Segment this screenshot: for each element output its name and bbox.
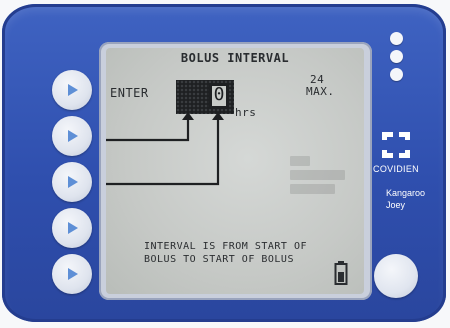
interval-note-line2: BOLUS TO START OF BOLUS xyxy=(144,254,294,265)
softkey-button-2[interactable] xyxy=(52,116,92,156)
play-arrow-icon xyxy=(68,222,78,234)
interval-note-line1: INTERVAL IS FROM START OF xyxy=(144,241,308,252)
softkey-button-3[interactable] xyxy=(52,162,92,202)
play-arrow-icon xyxy=(68,268,78,280)
indicator-light-3 xyxy=(390,68,403,81)
pump-device: BOLUS INTERVAL ENTER 24 MAX. 0 hrs INTER… xyxy=(2,4,446,322)
softkey-button-5[interactable] xyxy=(52,254,92,294)
indicator-light-1 xyxy=(390,32,403,45)
brand-name: COVIDIEN xyxy=(373,164,419,174)
covidien-logo-icon xyxy=(382,132,410,158)
indicator-light-2 xyxy=(390,50,403,63)
product-name-line1: Kangaroo xyxy=(386,188,426,198)
product-name-line2: Joey xyxy=(386,200,406,210)
faded-ghost-text xyxy=(290,156,350,198)
play-arrow-icon xyxy=(68,176,78,188)
softkey-button-1[interactable] xyxy=(52,70,92,110)
softkey-button-4[interactable] xyxy=(52,208,92,248)
battery-icon xyxy=(334,261,348,285)
main-action-button[interactable] xyxy=(374,254,418,298)
play-arrow-icon xyxy=(68,130,78,142)
play-arrow-icon xyxy=(68,84,78,96)
lcd-screen: BOLUS INTERVAL ENTER 24 MAX. 0 hrs INTER… xyxy=(106,48,364,294)
